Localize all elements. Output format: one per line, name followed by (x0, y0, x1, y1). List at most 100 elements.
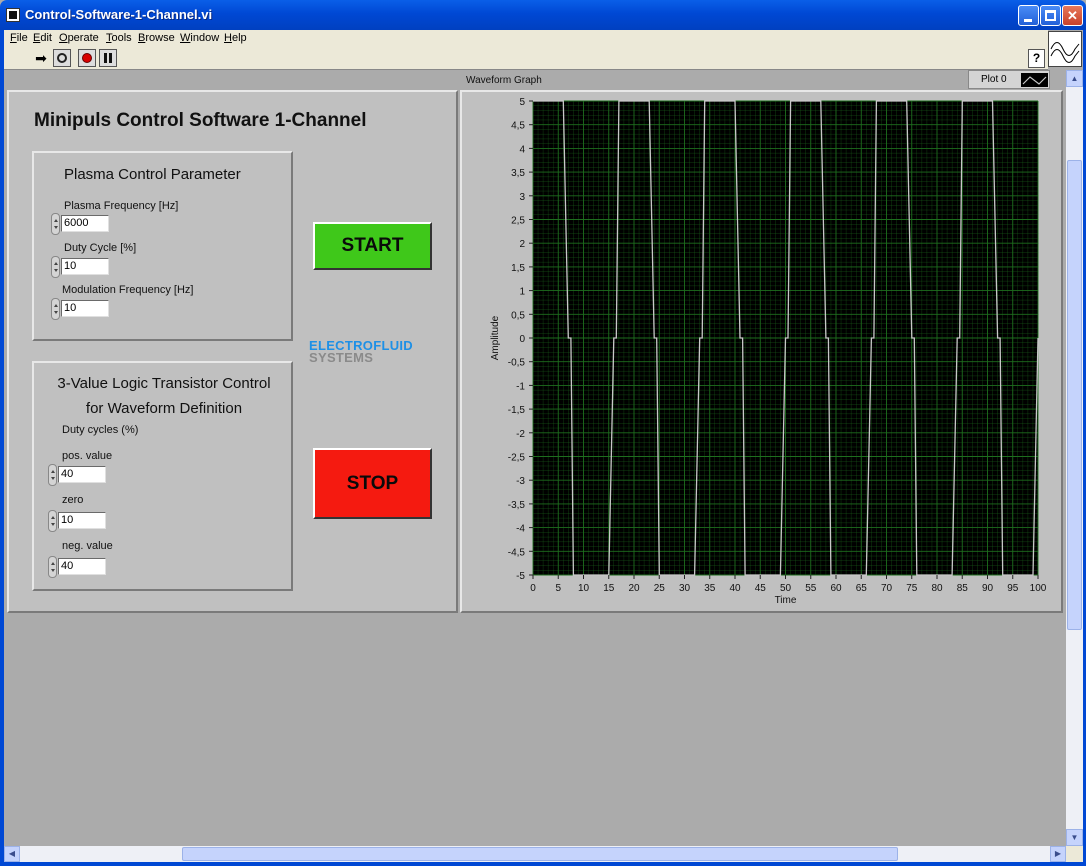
y-tick-label: 4,5 (511, 121, 525, 132)
run-button[interactable]: ➡ (32, 49, 50, 67)
y-tick-label: 0 (519, 334, 525, 345)
x-tick-label: 85 (957, 583, 969, 594)
x-axis-label: Time (775, 595, 797, 606)
y-tick-label: 0,5 (511, 310, 525, 321)
x-tick-label: 40 (729, 583, 741, 594)
x-tick-label: 60 (830, 583, 842, 594)
pos-value-stepper[interactable] (48, 464, 57, 486)
plasma-control-group: Plasma Control Parameter Plasma Frequenc… (32, 151, 293, 341)
plot-legend[interactable]: Plot 0 (968, 70, 1050, 89)
y-tick-label: -4,5 (508, 547, 526, 558)
pause-button[interactable] (99, 49, 117, 67)
y-tick-label: 5 (519, 97, 525, 108)
y-tick-label: -2 (516, 429, 525, 440)
zero-input[interactable]: 10 (58, 512, 106, 529)
y-tick-label: -1,5 (508, 405, 526, 416)
window-frame-left (0, 30, 4, 866)
pos-value-label: pos. value (62, 450, 113, 462)
waveform-icon (1050, 42, 1080, 63)
scroll-down-button[interactable]: ▼ (1066, 829, 1083, 846)
run-continuously-button[interactable] (53, 49, 71, 67)
page-title: Minipuls Control Software 1-Channel (34, 110, 367, 131)
x-tick-label: 25 (654, 583, 666, 594)
modulation-frequency-stepper[interactable] (51, 298, 60, 320)
zero-label: zero (62, 494, 84, 506)
waveform-graph[interactable]: 0 5 10 15 20 25 30 35 40 45 50 55 60 65 70 75 80 85 90 95 10… (460, 90, 1063, 613)
menu-file[interactable]: File (10, 32, 28, 44)
legend-plot-name: Plot 0 (981, 74, 1007, 85)
y-axis-label: Amplitude (490, 315, 501, 360)
plasma-frequency-stepper[interactable] (51, 213, 60, 235)
minimize-button[interactable] (1018, 5, 1039, 26)
y-tick-label: -1 (516, 381, 525, 392)
menu-window[interactable]: Window (180, 32, 219, 44)
y-tick-label: -2,5 (508, 453, 526, 464)
horizontal-scroll-thumb[interactable] (182, 847, 898, 861)
x-tick-label: 20 (628, 583, 640, 594)
duty-cycles-label: Duty cycles (%) (62, 424, 139, 436)
x-tick-label: 15 (603, 583, 615, 594)
zero-stepper[interactable] (48, 510, 57, 532)
logic-title-line1: 3-Value Logic Transistor Control (57, 375, 271, 392)
logo-line2: SYSTEMS (309, 350, 374, 365)
vertical-scroll-thumb[interactable] (1067, 160, 1082, 630)
menu-edit[interactable]: Edit (33, 32, 52, 44)
electrofluid-logo: ELECTROFLUID SYSTEMS (309, 339, 413, 365)
x-tick-label: 0 (530, 583, 536, 594)
menu-help[interactable]: Help (224, 32, 247, 44)
maximize-button[interactable] (1040, 5, 1061, 26)
run-continuously-icon (57, 53, 67, 63)
menu-browse[interactable]: Browse (138, 32, 175, 44)
close-button[interactable]: ✕ (1062, 5, 1083, 26)
vertical-scrollbar[interactable]: ▲ ▼ (1066, 70, 1083, 846)
plasma-frequency-label: Plasma Frequency [Hz] (64, 200, 179, 212)
y-tick-label: -3,5 (508, 500, 526, 511)
scroll-right-button[interactable]: ▶ (1050, 846, 1066, 862)
x-tick-label: 45 (755, 583, 767, 594)
duty-cycle-label: Duty Cycle [%] (64, 242, 137, 254)
modulation-frequency-label: Modulation Frequency [Hz] (62, 284, 194, 296)
y-tick-label: 3,5 (511, 168, 525, 179)
x-tick-label: 10 (578, 583, 590, 594)
vi-connector-icon[interactable] (1048, 31, 1082, 67)
start-button[interactable]: START (313, 222, 432, 270)
y-tick-label: 1,5 (511, 263, 525, 274)
graph-label: Waveform Graph (466, 75, 542, 86)
pos-value-input[interactable]: 40 (58, 466, 106, 483)
neg-value-input[interactable]: 40 (58, 558, 106, 575)
abort-button[interactable] (78, 49, 96, 67)
horizontal-scrollbar[interactable]: ◀ ▶ (4, 846, 1066, 862)
scroll-left-button[interactable]: ◀ (4, 846, 20, 862)
context-help-button[interactable]: ? (1028, 49, 1045, 68)
menu-operate[interactable]: Operate (59, 32, 99, 44)
plasma-group-title: Plasma Control Parameter (64, 166, 241, 183)
x-tick-label: 95 (1007, 583, 1019, 594)
x-tick-label: 65 (856, 583, 868, 594)
duty-cycle-stepper[interactable] (51, 256, 60, 278)
pause-icon (104, 53, 107, 63)
y-tick-label: 4 (519, 144, 525, 155)
menu-bar: File Edit Operate Tools Browse Window He… (4, 30, 1048, 46)
legend-line-icon (1022, 76, 1047, 85)
scrollbar-corner (1066, 846, 1083, 862)
x-tick-label: 80 (931, 583, 943, 594)
neg-value-stepper[interactable] (48, 556, 57, 578)
duty-cycle-input[interactable]: 10 (61, 258, 109, 275)
scroll-up-button[interactable]: ▲ (1066, 70, 1083, 87)
modulation-frequency-input[interactable]: 10 (61, 300, 109, 317)
menu-tools[interactable]: Tools (106, 32, 132, 44)
legend-swatch (1021, 73, 1048, 87)
stop-button[interactable]: STOP (313, 448, 432, 519)
labview-app-icon (6, 8, 20, 22)
plasma-frequency-input[interactable]: 6000 (61, 215, 109, 232)
x-tick-label: 30 (679, 583, 691, 594)
neg-value-label: neg. value (62, 540, 113, 552)
y-tick-label: -4 (516, 524, 525, 535)
close-icon: ✕ (1067, 8, 1078, 23)
x-tick-label: 5 (555, 583, 561, 594)
y-tick-label: 1 (519, 287, 525, 298)
x-tick-label: 90 (982, 583, 994, 594)
minimize-icon (1024, 19, 1032, 22)
logic-control-group: 3-Value Logic Transistor Control for Wav… (32, 361, 293, 591)
window-frame-bottom (0, 862, 1086, 866)
